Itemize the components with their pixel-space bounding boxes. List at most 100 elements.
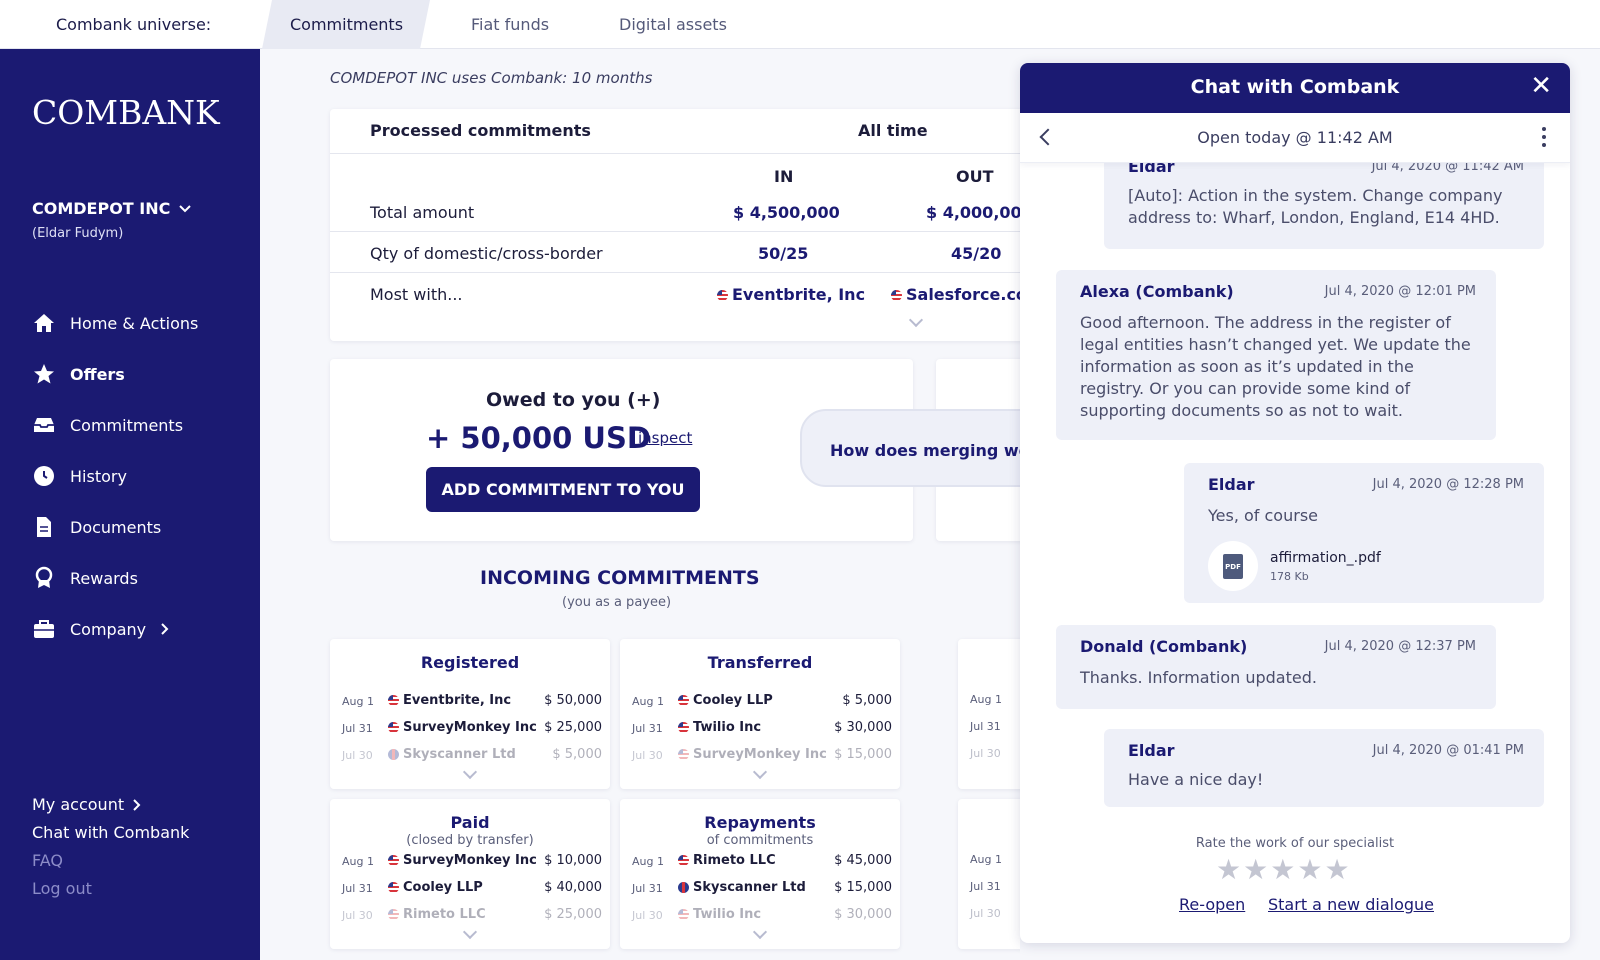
- list-item[interactable]: Jul 31 Skyscanner Ltd $ 15,000: [632, 880, 892, 900]
- divider: [330, 272, 1020, 273]
- row-name: Twilio Inc: [678, 907, 761, 922]
- my-account-link[interactable]: My account: [32, 795, 142, 814]
- list-item[interactable]: Aug 1 Rimeto LLC $ 45,000: [632, 853, 892, 873]
- row-name: SurveyMonkey Inc: [388, 853, 537, 868]
- row-name: Twilio Inc: [678, 720, 761, 735]
- company-switcher[interactable]: COMDEPOT INC: [32, 199, 192, 218]
- row-date: Aug 1: [970, 693, 1002, 706]
- column-in-header: IN: [774, 167, 794, 186]
- partial-card[interactable]: Aug 1 Jul 31 Jul 30: [958, 799, 1020, 949]
- most-with-out[interactable]: Salesforce.co: [891, 285, 1020, 304]
- list-item[interactable]: Aug 1 Eventbrite, Inc $ 50,000: [342, 693, 602, 713]
- list-item[interactable]: Jul 31 Cooley LLP $ 40,000: [342, 880, 602, 900]
- list-item[interactable]: Jul 30 Skyscanner Ltd $ 5,000: [342, 747, 602, 767]
- my-account-label: My account: [32, 795, 125, 814]
- more-options-icon[interactable]: [1542, 127, 1546, 151]
- inspect-link[interactable]: inspect: [638, 429, 692, 447]
- row-name: Rimeto LLC: [678, 853, 776, 868]
- us-flag-icon: [717, 290, 728, 301]
- row-name: SurveyMonkey Inc: [678, 747, 827, 762]
- tab-commitments[interactable]: Commitments: [290, 15, 403, 34]
- row-amount: $ 15,000: [834, 747, 892, 762]
- list-item[interactable]: Jul 31 Twilio Inc $ 30,000: [632, 720, 892, 740]
- usage-duration: COMDEPOT INC uses Combank: 10 months: [330, 69, 653, 87]
- sidebar-item-home[interactable]: Home & Actions: [32, 311, 198, 335]
- most-with-in[interactable]: Eventbrite, Inc: [717, 285, 865, 304]
- row-date: Jul 30: [632, 909, 663, 922]
- merge-help-bubble[interactable]: How does merging work: [800, 409, 1020, 487]
- star-icon[interactable]: ★: [1270, 853, 1297, 886]
- expand-chevron-icon[interactable]: [462, 764, 478, 780]
- chat-message: Eldar Jul 4, 2020 @ 12:28 PM Yes, of cou…: [1184, 463, 1544, 603]
- company-name: Skyscanner Ltd: [403, 747, 516, 762]
- chevron-right-icon: [133, 798, 141, 811]
- reopen-link[interactable]: Re-open: [1179, 895, 1245, 914]
- partial-card[interactable]: Aug 1 Jul 31 Jul 30: [958, 639, 1020, 789]
- column-out-header: OUT: [956, 167, 994, 186]
- expand-chevron-icon[interactable]: [908, 312, 924, 328]
- chat-message: Alexa (Combank) Jul 4, 2020 @ 12:01 PM G…: [1056, 270, 1496, 440]
- paid-card[interactable]: Paid (closed by transfer) Aug 1 SurveyMon…: [330, 799, 610, 949]
- row-date: Aug 1: [632, 695, 664, 708]
- row-amount: $ 50,000: [544, 693, 602, 708]
- new-dialogue-link[interactable]: Start a new dialogue: [1268, 895, 1434, 914]
- star-icon[interactable]: ★: [1216, 853, 1243, 886]
- list-item[interactable]: Jul 31 SurveyMonkey Inc $ 25,000: [342, 720, 602, 740]
- add-commitment-button[interactable]: ADD COMMITMENT TO YOU: [426, 467, 700, 512]
- row-date: Aug 1: [970, 853, 1002, 866]
- us-flag-icon: [388, 695, 399, 706]
- row-date: Aug 1: [632, 855, 664, 868]
- expand-chevron-icon[interactable]: [752, 764, 768, 780]
- company-name: Twilio Inc: [693, 907, 762, 922]
- tab-digital-assets[interactable]: Digital assets: [619, 15, 727, 34]
- star-icon[interactable]: ★: [1324, 853, 1351, 886]
- home-icon: [34, 314, 54, 332]
- top-tab-bar: Combank universe: Commitments Fiat funds…: [0, 0, 1600, 49]
- list-item[interactable]: Jul 30 SurveyMonkey Inc $ 15,000: [632, 747, 892, 767]
- expand-chevron-icon[interactable]: [752, 924, 768, 940]
- star-icon[interactable]: ★: [1297, 853, 1324, 886]
- company-name: Skyscanner Ltd: [693, 880, 806, 895]
- logo[interactable]: COMBANK: [32, 93, 220, 132]
- us-flag-icon: [891, 290, 902, 301]
- sidebar-item-history[interactable]: History: [32, 464, 127, 488]
- sidebar-item-commitments[interactable]: Commitments: [32, 413, 183, 437]
- sidebar-item-documents[interactable]: Documents: [32, 515, 161, 539]
- sidebar-item-rewards[interactable]: Rewards: [32, 566, 138, 590]
- sidebar-item-offers[interactable]: Offers: [32, 362, 125, 386]
- logout-link[interactable]: Log out: [32, 879, 92, 898]
- history-icon: [34, 466, 54, 486]
- list-item[interactable]: Aug 1 SurveyMonkey Inc $ 10,000: [342, 853, 602, 873]
- period-selector[interactable]: All time: [858, 121, 928, 140]
- row-date: Jul 30: [342, 909, 373, 922]
- sidebar-item-company[interactable]: Company: [32, 617, 170, 641]
- faq-link[interactable]: FAQ: [32, 851, 63, 870]
- star-icon: [34, 364, 54, 384]
- list-item[interactable]: Jul 30 Rimeto LLC $ 25,000: [342, 907, 602, 927]
- file-attachment[interactable]: PDF affirmation_.pdf 178 Kb: [1208, 541, 1381, 591]
- expand-chevron-icon[interactable]: [462, 924, 478, 940]
- chat-link[interactable]: Chat with Combank: [32, 823, 189, 842]
- company-name: Cooley LLP: [403, 880, 483, 895]
- sidebar-item-label: History: [70, 466, 127, 486]
- repayments-card[interactable]: Repayments of commitments Aug 1 Rimeto LL…: [620, 799, 900, 949]
- counterparty-name: Eventbrite, Inc: [732, 285, 866, 304]
- list-item[interactable]: Aug 1 Cooley LLP $ 5,000: [632, 693, 892, 713]
- summary-title: Processed commitments: [370, 121, 591, 140]
- tab-fiat-funds[interactable]: Fiat funds: [471, 15, 549, 34]
- card-subtitle: of commitments: [706, 833, 814, 848]
- row-label: Total amount: [370, 203, 475, 222]
- registered-card[interactable]: Registered Aug 1 Eventbrite, Inc $ 50,000 …: [330, 639, 610, 789]
- message-time: Jul 4, 2020 @ 12:28 PM: [1372, 477, 1524, 492]
- divider: [330, 153, 1020, 154]
- file-size: 178 Kb: [1270, 569, 1309, 583]
- star-icon[interactable]: ★: [1243, 853, 1270, 886]
- row-name: Eventbrite, Inc: [388, 693, 511, 708]
- transferred-card[interactable]: Transferred Aug 1 Cooley LLP $ 5,000 Jul 3…: [620, 639, 900, 789]
- sidebar-item-label: Offers: [70, 364, 125, 384]
- company-name: Rimeto LLC: [403, 907, 486, 922]
- row-date: Jul 30: [342, 749, 373, 762]
- list-item[interactable]: Jul 30 Twilio Inc $ 30,000: [632, 907, 892, 927]
- close-icon[interactable]: ✕: [1530, 73, 1552, 99]
- rating-stars[interactable]: ★★★★★: [1216, 853, 1352, 886]
